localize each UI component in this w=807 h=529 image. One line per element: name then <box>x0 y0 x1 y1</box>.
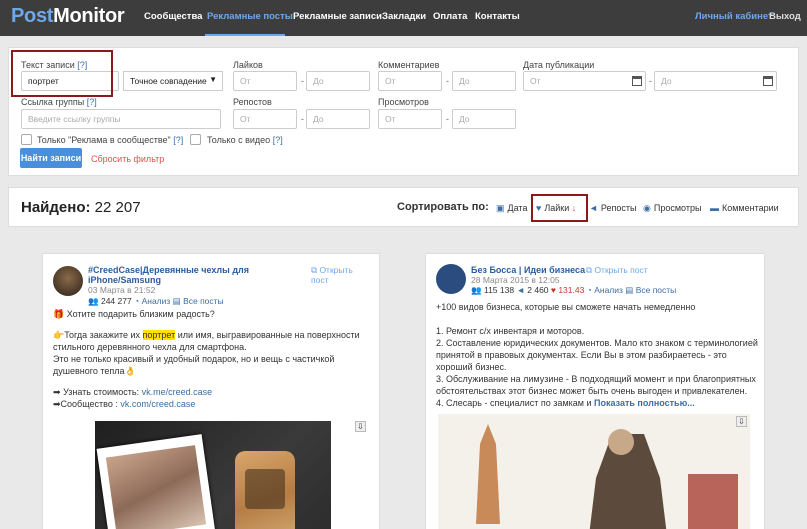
avatar[interactable] <box>436 264 466 294</box>
nav-cabinet[interactable]: Личный кабинет <box>695 11 773 22</box>
range-dash: - <box>301 114 304 124</box>
post-image[interactable] <box>95 421 331 529</box>
comments-from-input[interactable]: От <box>378 71 442 91</box>
post-text: +100 видов бизнеса, которые вы сможете н… <box>436 302 758 408</box>
post-date: 03 Марта в 21:52 <box>88 285 156 295</box>
range-dash: - <box>446 114 449 124</box>
calendar-icon[interactable] <box>763 76 773 86</box>
comment-icon: ▬ <box>710 203 719 213</box>
members-icon: 👥 <box>471 285 482 295</box>
views-from-input[interactable]: От <box>378 109 442 129</box>
likes-from-input[interactable]: От <box>233 71 297 91</box>
help-link[interactable]: [?] <box>87 97 97 107</box>
video-only-label: Только с видео [?] <box>207 135 283 145</box>
nav-contacts[interactable]: Контакты <box>475 11 520 22</box>
comments-label: Комментариев <box>378 60 440 70</box>
reposts-from-input[interactable]: От <box>233 109 297 129</box>
chevron-down-icon: ▼ <box>209 75 217 84</box>
analysis-link[interactable]: ◔ Анализ <box>587 285 623 295</box>
gift-icon: 🎁 <box>53 309 65 319</box>
megaphone-icon: ◄ <box>589 203 598 213</box>
range-dash: - <box>446 76 449 86</box>
sort-by-views[interactable]: ◉ Просмотры <box>643 203 701 214</box>
post-stats: 👥 244 277 ◔ Анализ ▤ Все посты <box>88 296 224 306</box>
post-image[interactable] <box>438 414 750 529</box>
megaphone-icon: ◄ <box>516 285 525 295</box>
open-post-link[interactable]: ⧉ Открыть пост <box>311 265 371 285</box>
post-card: Без Босса | Идеи бизнеса 28 Марта 2015 в… <box>425 253 765 529</box>
nav-communities[interactable]: Сообщества <box>144 11 202 22</box>
download-icon[interactable]: ⇩ <box>355 421 366 432</box>
hand-icon: 👌 <box>124 366 136 376</box>
results-bar: Найдено: 22 207 Сортировать по: ▣ Дата ♥ Л… <box>8 187 799 227</box>
sort-label: Сортировать по: <box>397 201 489 213</box>
members-icon: 👥 <box>88 296 99 306</box>
post-date: 28 Марта 2015 в 12:05 <box>471 275 560 285</box>
show-more-link[interactable]: Показать полностью... <box>594 398 695 408</box>
pubdate-to-input[interactable]: До <box>654 71 777 91</box>
arrow-right-icon: ➡ <box>53 399 61 409</box>
results-count: Найдено: 22 207 <box>21 199 141 216</box>
range-dash: - <box>301 76 304 86</box>
help-link[interactable]: [?] <box>173 135 183 145</box>
calendar-icon[interactable] <box>632 76 642 86</box>
range-dash: - <box>649 76 652 86</box>
download-icon[interactable]: ⇩ <box>736 416 747 427</box>
sort-by-comments[interactable]: ▬ Комментарии <box>710 203 779 213</box>
nav-ad-posts[interactable]: Рекламные посты <box>207 11 293 22</box>
active-nav-indicator <box>205 34 285 36</box>
avatar[interactable] <box>53 266 83 296</box>
views-to-input[interactable]: До <box>452 109 516 129</box>
open-post-link[interactable]: ⧉ Открыть пост <box>586 265 666 275</box>
top-navbar: PostMonitor Сообщества Рекламные посты Р… <box>0 0 807 36</box>
nav-payment[interactable]: Оплата <box>433 11 467 22</box>
heart-icon: ♥ <box>550 285 556 295</box>
price-link[interactable]: vk.me/creed.case <box>142 387 213 397</box>
post-stats: 👥 115 138 ◄ 2 460 ♥ 131.43 ◔ Анализ ▤ Вс… <box>471 285 677 295</box>
group-link-input[interactable]: Введите ссылку группы <box>21 109 221 129</box>
help-link[interactable]: [?] <box>273 135 283 145</box>
annotation-box-sort <box>531 194 588 222</box>
nav-exit[interactable]: Выход <box>769 11 801 22</box>
reset-filter-link[interactable]: Сбросить фильтр <box>91 154 164 164</box>
analysis-link[interactable]: ◔ Анализ <box>134 296 170 306</box>
post-text: 🎁 Хотите подарить близким радость? 👉Тогд… <box>53 309 360 409</box>
likes-label: Лайков <box>233 60 263 70</box>
likes-to-input[interactable]: До <box>306 71 370 91</box>
pubdate-label: Дата публикации <box>523 60 595 70</box>
nav-bookmarks[interactable]: Закладки <box>382 11 426 22</box>
reposts-to-input[interactable]: До <box>306 109 370 129</box>
find-records-button[interactable]: Найти записи <box>20 148 82 168</box>
arrow-right-icon: ➡ <box>53 387 61 397</box>
logo[interactable]: PostMonitor <box>11 5 125 28</box>
comments-to-input[interactable]: До <box>452 71 516 91</box>
post-group-title[interactable]: Без Босса | Идеи бизнеса <box>471 265 601 275</box>
search-term-highlight: портрет <box>142 330 176 340</box>
calendar-icon: ▣ <box>496 203 505 213</box>
post-group-title[interactable]: #CreedCase|Деревянные чехлы для iPhone/S… <box>88 265 258 285</box>
reposts-label: Репостов <box>233 97 272 107</box>
all-posts-link[interactable]: ▤ Все посты <box>625 285 676 295</box>
pointing-hand-icon: 👉 <box>53 330 65 340</box>
nav-ad-records[interactable]: Рекламные записи <box>293 11 382 22</box>
eye-icon: ◉ <box>643 203 651 213</box>
ads-only-label: Только "Реклама в сообществе" [?] <box>37 135 184 145</box>
annotation-box-text <box>11 50 113 97</box>
pubdate-from-input[interactable]: От <box>523 71 646 91</box>
ads-only-checkbox[interactable] <box>21 134 32 145</box>
all-posts-link[interactable]: ▤ Все посты <box>173 296 224 306</box>
match-type-select[interactable]: Точное совпадение ▼ <box>123 71 223 91</box>
community-link[interactable]: vk.com/creed.case <box>120 399 195 409</box>
group-link-label: Ссылка группы [?] <box>21 97 97 107</box>
sort-by-reposts[interactable]: ◄ Репосты <box>589 203 637 213</box>
views-label: Просмотров <box>378 97 429 107</box>
sort-by-date[interactable]: ▣ Дата <box>496 203 527 214</box>
video-only-checkbox[interactable] <box>190 134 201 145</box>
post-card: #CreedCase|Деревянные чехлы для iPhone/S… <box>42 253 380 529</box>
